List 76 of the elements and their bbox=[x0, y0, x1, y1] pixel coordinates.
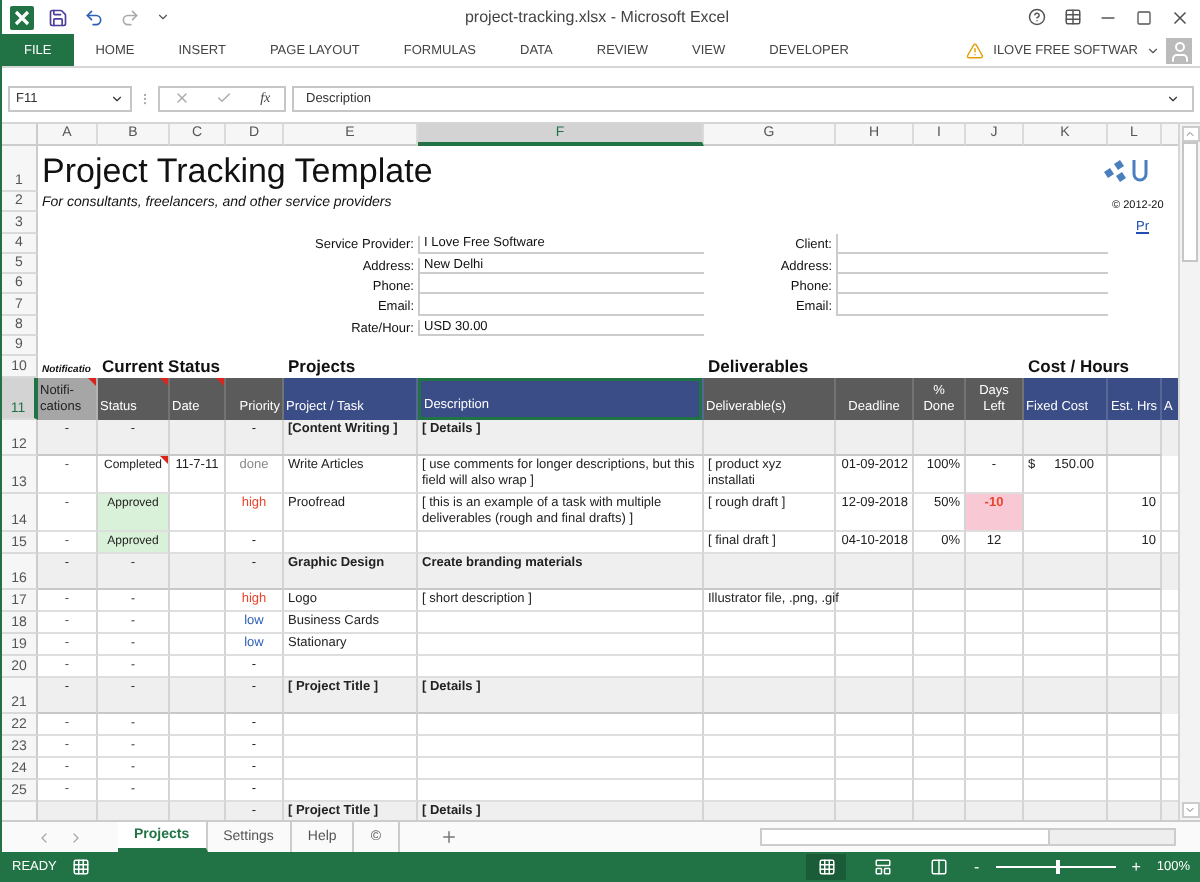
horizontal-scrollbar[interactable] bbox=[760, 828, 1176, 846]
macro-icon[interactable] bbox=[72, 858, 91, 876]
window-title: project-tracking.xlsx - Microsoft Excel bbox=[462, 8, 732, 26]
input-field[interactable] bbox=[418, 274, 704, 295]
empty-cell bbox=[170, 611, 226, 634]
empty-cell bbox=[1108, 757, 1162, 780]
input-field[interactable] bbox=[836, 253, 1108, 275]
empty-cell bbox=[1024, 713, 1108, 736]
sheet-title: Project Tracking Template bbox=[40, 152, 435, 192]
caret-icon[interactable] bbox=[110, 91, 124, 105]
empty-cell bbox=[1108, 633, 1162, 656]
empty-cell bbox=[704, 633, 836, 656]
excel-icon[interactable] bbox=[10, 5, 34, 29]
expand-icon[interactable] bbox=[1166, 91, 1180, 105]
normal-view-icon[interactable] bbox=[806, 854, 847, 880]
empty-cell bbox=[1108, 611, 1162, 634]
empty-cell bbox=[1108, 713, 1162, 736]
input-field[interactable] bbox=[836, 294, 1108, 316]
empty-cell bbox=[1108, 589, 1162, 612]
logo-icon bbox=[1102, 155, 1154, 183]
empty-cell bbox=[704, 735, 836, 758]
input-field[interactable] bbox=[418, 294, 704, 316]
empty-cell bbox=[284, 713, 418, 736]
section-title: Projects bbox=[286, 357, 358, 378]
empty-cell bbox=[284, 757, 418, 780]
warning-icon[interactable] bbox=[963, 38, 988, 62]
empty-cell bbox=[170, 713, 226, 736]
avatar-icon[interactable] bbox=[1166, 37, 1192, 63]
empty-cell bbox=[170, 633, 226, 656]
empty-cell bbox=[1024, 735, 1108, 758]
empty-cell bbox=[914, 735, 966, 758]
empty-cell bbox=[284, 735, 418, 758]
zoom-out-button[interactable]: - bbox=[974, 858, 980, 876]
scroll-thumb[interactable] bbox=[1182, 142, 1198, 262]
empty-cell bbox=[1108, 735, 1162, 758]
empty-cell bbox=[704, 713, 836, 736]
empty-cell bbox=[1024, 757, 1108, 780]
section-title: Deliverables bbox=[706, 357, 811, 378]
empty-cell bbox=[170, 735, 226, 758]
enter-icon[interactable] bbox=[216, 90, 233, 106]
redo-icon[interactable] bbox=[118, 5, 142, 29]
help-icon[interactable] bbox=[1024, 5, 1048, 29]
scroll-up-icon[interactable] bbox=[1181, 126, 1199, 142]
empty-cell bbox=[914, 611, 966, 634]
input-field[interactable] bbox=[836, 274, 1108, 295]
ribbon-display-icon[interactable] bbox=[1060, 5, 1084, 29]
section-title: Current Status bbox=[100, 357, 223, 378]
cancel-icon[interactable] bbox=[173, 90, 190, 106]
empty-cell bbox=[836, 735, 914, 758]
maximize-icon[interactable] bbox=[1132, 5, 1156, 29]
previous-sheet-icon[interactable] bbox=[36, 829, 52, 845]
empty-cell bbox=[914, 633, 966, 656]
empty-cell bbox=[170, 757, 226, 780]
save-icon[interactable] bbox=[46, 5, 70, 29]
undo-icon[interactable] bbox=[82, 5, 106, 29]
empty-cell bbox=[170, 589, 226, 612]
select-all-corner[interactable] bbox=[2, 124, 38, 146]
empty-cell bbox=[704, 757, 836, 780]
scroll-down-icon[interactable] bbox=[1181, 802, 1199, 818]
empty-cell bbox=[1024, 589, 1108, 612]
empty-cell bbox=[704, 611, 836, 634]
empty-cell bbox=[836, 633, 914, 656]
empty-cell bbox=[836, 611, 914, 634]
empty-cell bbox=[836, 713, 914, 736]
empty-cell bbox=[914, 757, 966, 780]
section-title: Cost / Hours bbox=[1026, 357, 1132, 378]
input-field[interactable] bbox=[836, 233, 1108, 254]
zoom-in-button[interactable]: + bbox=[1131, 858, 1141, 876]
empty-cell bbox=[914, 713, 966, 736]
comment-marker-icon bbox=[160, 455, 168, 464]
empty-cell bbox=[914, 589, 966, 612]
empty-cell bbox=[836, 757, 914, 780]
empty-cell bbox=[1024, 633, 1108, 656]
next-sheet-icon[interactable] bbox=[68, 829, 84, 845]
empty-cell bbox=[1024, 611, 1108, 634]
empty-cell bbox=[836, 589, 914, 612]
